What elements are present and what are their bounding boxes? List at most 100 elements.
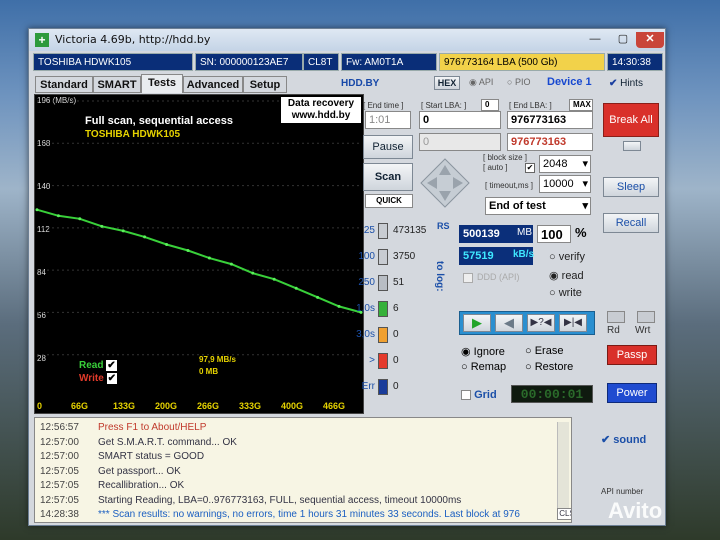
read-speed-point [78, 217, 82, 221]
rewind-icon[interactable]: ◀ [495, 314, 523, 332]
read-speed-point [251, 271, 255, 275]
passp-button[interactable]: Passp [607, 345, 657, 365]
histogram-count: 473135 [393, 225, 427, 236]
wrt-indicator [637, 311, 655, 323]
tab-smart[interactable]: SMART [93, 76, 141, 93]
verify-radio[interactable]: ○ verify [549, 251, 585, 263]
log-time: 12:57:05 [40, 494, 79, 506]
histogram-count: 6 [393, 303, 399, 314]
event-log[interactable]: 12:56:57 Press F1 to About/HELP 12:57:00 Ge… [34, 417, 572, 523]
sleep-button[interactable]: Sleep [603, 177, 659, 197]
end-time-field[interactable]: 1:01 [365, 111, 411, 129]
tab-standard[interactable]: Standard [35, 76, 93, 93]
remap-radio[interactable]: ○ Remap [461, 361, 506, 373]
read-speed-point [207, 256, 211, 260]
mb-unit: MB [517, 227, 532, 238]
read-legend[interactable]: Read ✔ [79, 360, 117, 371]
restore-radio[interactable]: ○ Restore [525, 361, 573, 373]
tab-advanced[interactable]: Advanced [183, 76, 243, 93]
log-scrollbar[interactable] [557, 422, 569, 518]
read-speed-point [100, 224, 104, 228]
ddd-checkbox[interactable] [463, 273, 473, 283]
pio-radio[interactable]: ○ PIO [507, 77, 530, 87]
histogram-swatch [378, 249, 388, 265]
victoria-window: + Victoria 4.69b, http://hdd.by — ▢ ✕ TO… [28, 28, 666, 526]
timeout-select[interactable]: 10000 ▾ [539, 175, 591, 193]
histogram-count: 51 [393, 277, 405, 288]
scan-button[interactable]: Scan [363, 163, 413, 191]
block-size-select[interactable]: 2048 ▾ [539, 155, 591, 173]
sound-checkbox[interactable]: ✔ sound [601, 433, 646, 446]
drive-model: TOSHIBA HDWK105 [33, 53, 193, 71]
power-button[interactable]: Power [607, 383, 657, 403]
drive-capacity: 976773164 LBA (500 Gb) [439, 53, 605, 71]
histogram-swatch [378, 327, 388, 343]
histogram-row: 1,0s 6 [345, 301, 441, 319]
log-message: Get S.M.A.R.T. command... OK [98, 436, 237, 448]
erase-radio[interactable]: ○ Erase [525, 345, 563, 357]
hex-button[interactable]: HEX [434, 76, 460, 90]
current-speed: 97,9 MB/s [199, 355, 236, 364]
histogram-label: 1,0s [356, 303, 375, 314]
timeout-value: 10000 [543, 178, 574, 190]
pause-button[interactable]: Pause [363, 135, 413, 159]
small-toggle-button[interactable] [623, 141, 641, 151]
ignore-radio[interactable]: ◉ Ignore [461, 345, 505, 358]
read-speed-point [229, 262, 233, 266]
chevron-down-icon: ▾ [582, 200, 588, 212]
maximize-button[interactable]: ▢ [609, 32, 637, 48]
speed-unit: kB/s [513, 249, 535, 260]
minimize-button[interactable]: — [581, 32, 609, 48]
play-icon[interactable]: ▶ [463, 314, 491, 332]
read-radio[interactable]: ◉ read [549, 269, 584, 282]
log-time: 12:57:05 [40, 465, 79, 477]
scan-title: Full scan, sequential access [85, 115, 233, 127]
x-tick-400g: 400G [281, 401, 304, 411]
drive-name: TOSHIBA HDWK105 [85, 129, 181, 140]
tab-setup[interactable]: Setup [243, 76, 287, 93]
cls-button[interactable]: CLS [557, 508, 571, 520]
end-lba-max-button[interactable]: MAX [569, 99, 593, 111]
grid-checkbox[interactable]: Grid [461, 389, 497, 401]
break-all-button[interactable]: Break All [603, 103, 659, 137]
read-label: Read [79, 360, 104, 371]
log-time: 12:57:00 [40, 436, 79, 448]
histogram-row: >0 [345, 353, 441, 371]
api-radio[interactable]: ◉ API [469, 77, 493, 88]
hints-checkbox[interactable]: ✔ Hints [609, 78, 643, 89]
end-action-select[interactable]: End of test ▾ [485, 197, 591, 215]
end-lba-field[interactable]: 976773163 [507, 111, 593, 129]
data-recovery-banner[interactable]: Data recovery www.hdd.by [281, 97, 361, 123]
log-entry: 12:56:57 Press F1 to About/HELP [40, 421, 206, 434]
write-checkbox[interactable]: ✔ [106, 373, 117, 384]
histogram-swatch [378, 223, 388, 239]
start-lba-label: [ Start LBA: ] [421, 101, 467, 110]
x-tick-133g: 133G [113, 401, 136, 411]
start-lba-reset[interactable]: 0 [481, 99, 499, 111]
api-number-label: API number [601, 487, 644, 496]
read-mode-label: read [561, 270, 584, 282]
title-bar[interactable]: + Victoria 4.69b, http://hdd.by — ▢ ✕ [29, 29, 665, 51]
rd-indicator [607, 311, 625, 323]
log-message: Press F1 to About/HELP [98, 422, 207, 433]
recall-button[interactable]: Recall [603, 213, 659, 233]
x-tick-66g: 66G [71, 401, 89, 411]
butterfly-icon[interactable]: ▶|◀ [559, 314, 587, 332]
log-message: Get passport... OK [98, 465, 181, 477]
read-speed-point [294, 286, 298, 290]
rd-label: Rd [607, 325, 620, 336]
close-button[interactable]: ✕ [636, 32, 664, 48]
write-legend[interactable]: Write ✔ [79, 373, 117, 384]
x-tick-0: 0 [37, 401, 43, 411]
start-lba-field[interactable]: 0 [419, 111, 501, 129]
read-speed-point [272, 277, 276, 281]
auto-checkbox[interactable]: ✔ [525, 163, 535, 173]
random-seek-icon[interactable]: ▶?◀ [527, 314, 555, 332]
block-size-label: [ block size ] [483, 153, 528, 162]
read-checkbox[interactable]: ✔ [106, 360, 117, 371]
x-tick-266g: 266G [197, 401, 220, 411]
histogram-row: 25 473135 [345, 223, 441, 241]
write-radio[interactable]: ○ write [549, 287, 582, 299]
read-speed-line [36, 208, 362, 314]
tab-tests[interactable]: Tests [141, 74, 183, 93]
